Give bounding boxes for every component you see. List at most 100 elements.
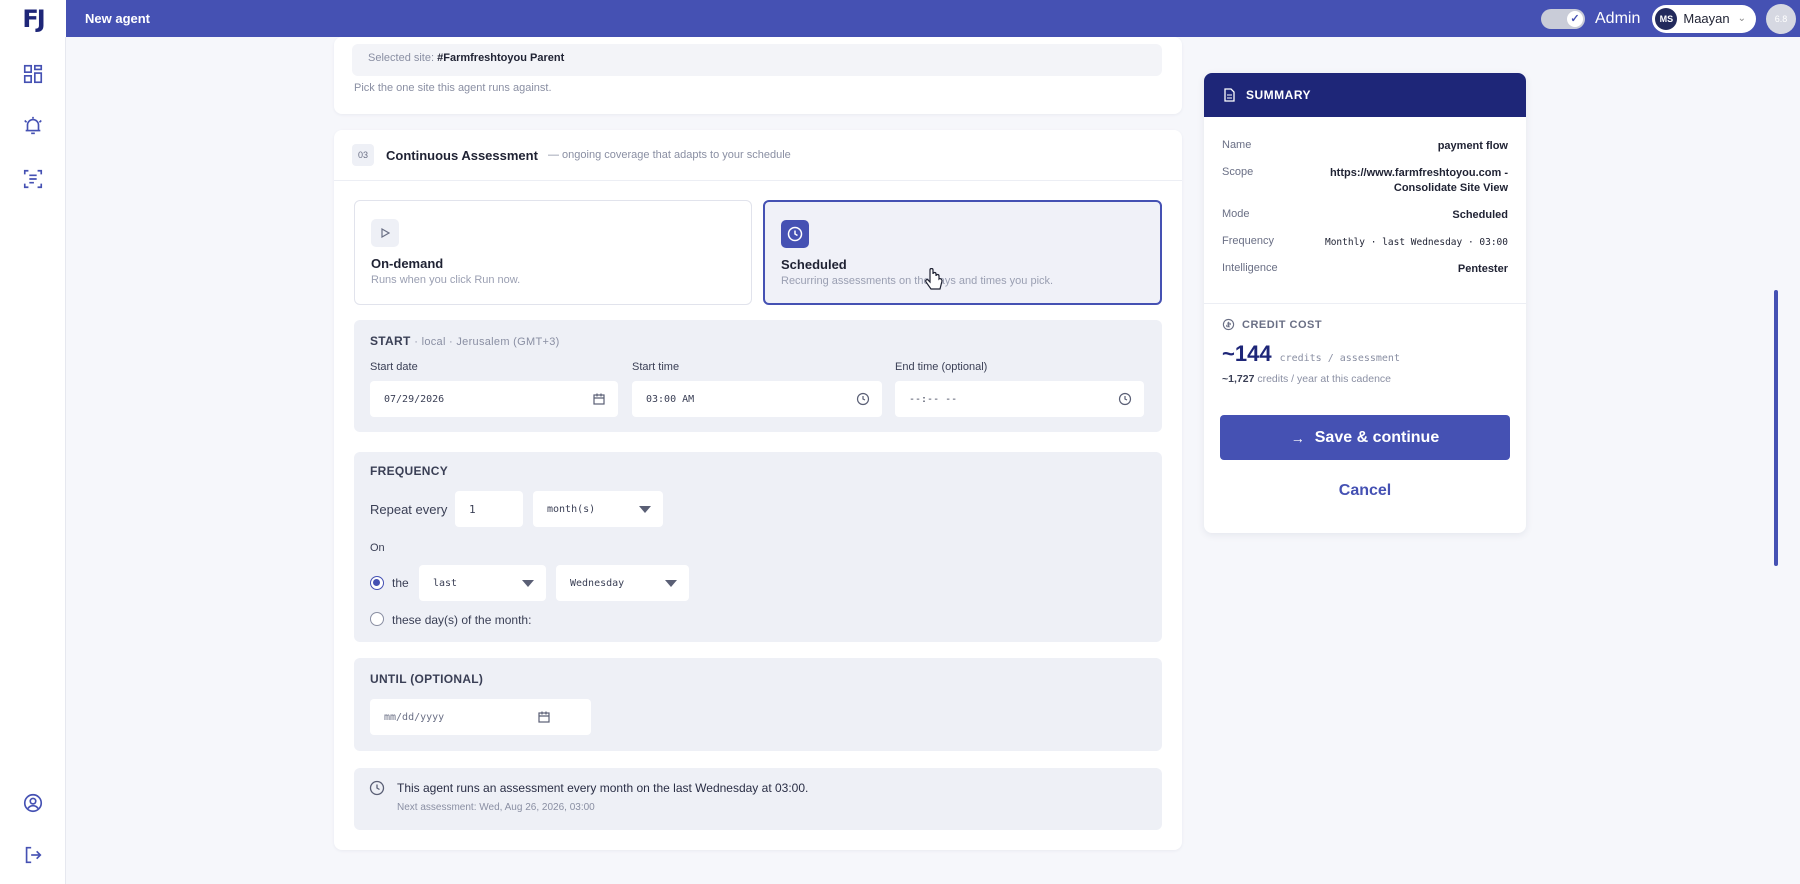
dropdown-arrow-icon bbox=[639, 506, 651, 513]
weekday-select[interactable]: Wednesday bbox=[556, 565, 689, 601]
summary-row-name: Name payment flow bbox=[1222, 139, 1508, 155]
play-icon bbox=[371, 219, 399, 247]
summary-value: Pentester bbox=[1457, 263, 1508, 275]
repeat-unit-select[interactable]: month(s) bbox=[533, 491, 663, 527]
option-desc: Recurring assessments on the days and ti… bbox=[781, 275, 1054, 287]
summary-value: Monthly · last Wednesday · 03:00 bbox=[1324, 237, 1508, 248]
scheduled-option[interactable]: Scheduled Recurring assessments on the d… bbox=[763, 200, 1162, 305]
dashboard-icon[interactable] bbox=[21, 62, 45, 86]
summary-row-intelligence: Intelligence Pentester bbox=[1222, 262, 1508, 278]
option-title: Scheduled bbox=[781, 257, 847, 272]
arrow-right-icon: → bbox=[1290, 429, 1305, 446]
calendar-icon[interactable] bbox=[537, 710, 551, 724]
coin-icon bbox=[1222, 318, 1235, 331]
hand-cursor-icon bbox=[924, 267, 944, 297]
clock-icon bbox=[369, 780, 385, 796]
selected-site-label: Selected site: bbox=[368, 52, 435, 64]
admin-label: Admin bbox=[1595, 9, 1641, 27]
dropdown-arrow-icon bbox=[665, 580, 677, 587]
credit-cost: ~144 credits / assessment bbox=[1222, 341, 1400, 367]
clock-icon[interactable] bbox=[1118, 392, 1132, 406]
avatar: MS bbox=[1655, 7, 1678, 30]
weekday-value: Wednesday bbox=[570, 577, 625, 589]
repeat-unit-value: month(s) bbox=[547, 503, 596, 515]
summary-title: SUMMARY bbox=[1246, 88, 1312, 102]
repeat-interval-input[interactable]: 1 bbox=[455, 491, 523, 527]
logout-icon[interactable] bbox=[21, 843, 45, 867]
summary-row-frequency: Frequency Monthly · last Wednesday · 03:… bbox=[1222, 235, 1508, 251]
start-label: START · local · Jerusalem (GMT+3) bbox=[370, 334, 560, 348]
summary-row-scope: Scope https://www.farmfreshtoyou.com - Co… bbox=[1222, 166, 1508, 198]
dropdown-arrow-icon bbox=[522, 580, 534, 587]
option-title: On-demand bbox=[371, 256, 444, 271]
days-of-month-label: these day(s) of the month: bbox=[392, 613, 532, 627]
calendar-icon[interactable] bbox=[592, 392, 606, 406]
until-date-input[interactable]: mm/dd/yyyy bbox=[370, 699, 591, 735]
option-desc: Runs when you click Run now. bbox=[371, 274, 521, 286]
clock-icon bbox=[781, 220, 809, 248]
cancel-button[interactable]: Cancel bbox=[1220, 473, 1510, 509]
end-time-input[interactable]: --:-- -- bbox=[895, 381, 1144, 417]
start-time-input[interactable]: 03:00 AM bbox=[632, 381, 882, 417]
summary-key: Name bbox=[1222, 139, 1252, 151]
repeat-interval-value: 1 bbox=[469, 502, 476, 516]
yearly-credits: ~1,727 credits / year at this cadence bbox=[1222, 373, 1391, 385]
summary-value: payment flow bbox=[1437, 140, 1508, 152]
page-title: New agent bbox=[85, 11, 151, 26]
on-demand-option[interactable]: On-demand Runs when you click Run now. bbox=[354, 200, 752, 305]
start-time-label: Start time bbox=[632, 361, 680, 373]
report-icon[interactable] bbox=[21, 167, 45, 191]
user-profile-icon[interactable] bbox=[21, 791, 45, 815]
document-icon bbox=[1224, 88, 1235, 102]
summary-panel: SUMMARY Name payment flow Scope https://… bbox=[1204, 73, 1526, 533]
save-continue-button[interactable]: → Save & continue bbox=[1220, 415, 1510, 460]
until-label: UNTIL (OPTIONAL) bbox=[370, 672, 484, 686]
timezone-label: · local · Jerusalem (GMT+3) bbox=[414, 336, 560, 348]
divider bbox=[334, 180, 1182, 181]
until-date-placeholder: mm/dd/yyyy bbox=[384, 711, 445, 723]
scrollbar[interactable] bbox=[1774, 290, 1778, 566]
clock-icon[interactable] bbox=[856, 392, 870, 406]
ordinal-value: last bbox=[433, 577, 458, 589]
frequency-label: FREQUENCY bbox=[370, 464, 449, 478]
credit-cost-label: CREDIT COST bbox=[1222, 318, 1322, 331]
summary-header: SUMMARY bbox=[1204, 73, 1526, 117]
selected-site-value: #Farmfreshtoyou Parent bbox=[437, 52, 565, 64]
section-subtitle: — ongoing coverage that adapts to your s… bbox=[548, 149, 791, 161]
summary-row-mode: Mode Scheduled bbox=[1222, 208, 1508, 224]
next-assessment-text: Next assessment: Wed, Aug 26, 2026, 03:0… bbox=[397, 802, 595, 813]
radio-the[interactable] bbox=[370, 576, 384, 590]
sidebar bbox=[0, 37, 66, 884]
start-date-input[interactable]: 07/29/2026 bbox=[370, 381, 618, 417]
site-hint: Pick the one site this agent runs agains… bbox=[354, 82, 552, 94]
summary-value: https://www.farmfreshtoyou.com - Consolid… bbox=[1329, 167, 1508, 194]
start-date-label: Start date bbox=[370, 361, 418, 373]
credit-value: ~144 bbox=[1222, 341, 1272, 366]
on-label: On bbox=[370, 542, 385, 554]
selected-site: Selected site: #Farmfreshtoyou Parent bbox=[352, 44, 1162, 76]
check-icon: ✓ bbox=[1567, 10, 1583, 27]
user-name: Maayan bbox=[1683, 11, 1730, 26]
topbar-controls: ✓ Admin MS Maayan ⌄ 6.8 bbox=[1541, 0, 1800, 37]
app-logo[interactable]: FJ bbox=[0, 0, 66, 37]
end-time-value: --:-- -- bbox=[909, 393, 958, 405]
summary-key: Frequency bbox=[1222, 235, 1274, 247]
user-menu[interactable]: MS Maayan ⌄ bbox=[1652, 4, 1756, 33]
start-time-value: 03:00 AM bbox=[646, 393, 695, 405]
version-badge[interactable]: 6.8 bbox=[1766, 3, 1796, 34]
ordinal-select[interactable]: last bbox=[419, 565, 546, 601]
summary-key: Intelligence bbox=[1222, 262, 1278, 274]
radio-days-of-month[interactable] bbox=[370, 612, 384, 626]
schedule-info-text: This agent runs an assessment every mont… bbox=[397, 781, 809, 795]
chevron-down-icon: ⌄ bbox=[1737, 13, 1746, 24]
repeat-label: Repeat every bbox=[370, 502, 448, 517]
the-label: the bbox=[392, 576, 409, 590]
summary-key: Scope bbox=[1222, 166, 1254, 178]
admin-toggle[interactable]: ✓ bbox=[1541, 8, 1585, 29]
summary-value: Scheduled bbox=[1452, 209, 1508, 221]
credit-unit: credits / assessment bbox=[1279, 353, 1400, 364]
start-date-value: 07/29/2026 bbox=[384, 393, 445, 405]
alarm-icon[interactable] bbox=[21, 114, 45, 138]
section-number: 03 bbox=[352, 144, 374, 166]
schedule-info bbox=[354, 768, 1162, 830]
